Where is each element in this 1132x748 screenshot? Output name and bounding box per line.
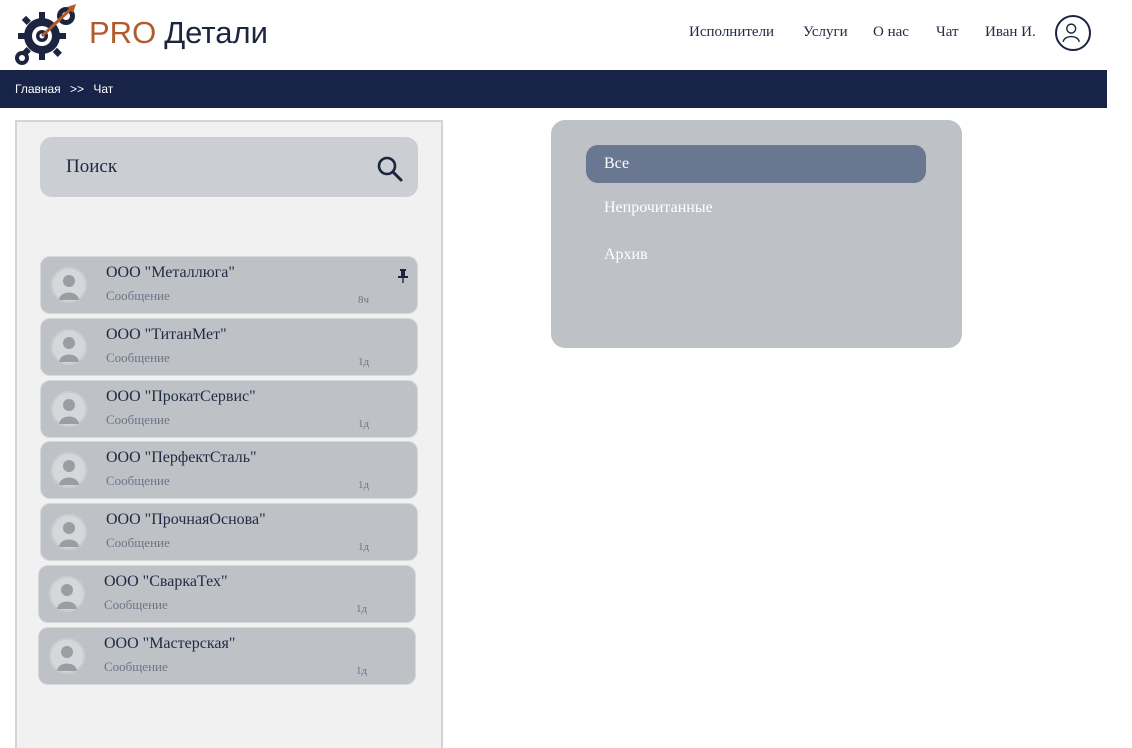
chat-time: 1д: [358, 479, 370, 492]
chat-name: ООО "ПерфектСталь": [106, 449, 257, 467]
chat-list-panel: ООО "Металлюга" Сообщение 8ч ООО "ТитанМет"…: [15, 120, 443, 748]
chat-name: ООО "ТитанМет": [106, 325, 227, 343]
header: PRO Детали Исполнители Услуги О нас Чат И…: [0, 0, 1107, 70]
logo-name: Детали: [164, 15, 268, 50]
nav-services[interactable]: Услуги: [803, 20, 848, 44]
pin-icon[interactable]: [398, 269, 408, 283]
chat-item[interactable]: ООО "СваркаТех" Сообщение 1д: [38, 565, 416, 623]
chat-name: ООО "ПрочнаяОснова": [106, 511, 266, 529]
chat-time: 1д: [358, 355, 370, 368]
avatar-placeholder-icon: [49, 576, 85, 612]
filter-all[interactable]: Все: [586, 145, 926, 183]
breadcrumb-separator: >>: [70, 82, 85, 96]
chat-item[interactable]: ООО "Металлюга" Сообщение 8ч: [40, 256, 418, 314]
chat-item[interactable]: ООО "ПрочнаяОснова" Сообщение 1д: [40, 503, 418, 562]
chat-name: ООО "Мастерская": [104, 634, 236, 652]
chat-message-preview: Сообщение: [106, 473, 170, 489]
chat-message-preview: Сообщение: [106, 349, 170, 365]
nav-performers[interactable]: Исполнители: [689, 20, 774, 44]
nav-about[interactable]: О нас: [873, 20, 909, 44]
chat-item[interactable]: ООО "ТитанМет" Сообщение 1д: [40, 317, 418, 376]
gear-arrow-logo-icon[interactable]: [10, 2, 78, 66]
chat-message-preview: Сообщение: [106, 535, 170, 551]
chat-item[interactable]: ООО "ПрокатСервис" Сообщение 1д: [40, 379, 418, 438]
chat-time: 1д: [356, 603, 368, 615]
chat-message-preview: Сообщение: [104, 597, 168, 612]
breadcrumb: Главная >> Чат: [0, 70, 1107, 108]
chat-message-preview: Сообщение: [106, 411, 170, 427]
avatar-placeholder-icon: [51, 390, 87, 427]
chat-message-preview: Сообщение: [106, 288, 170, 303]
chat-name: ООО "СваркаТех": [104, 573, 228, 590]
chat-item[interactable]: ООО "ПерфектСталь" Сообщение 1д: [40, 441, 418, 500]
avatar-placeholder-icon: [49, 637, 85, 674]
chat-time: 1д: [356, 664, 368, 677]
avatar-placeholder-icon: [51, 267, 87, 303]
chat-time: 1д: [358, 541, 370, 554]
chat-name: ООО "Металлюга": [106, 264, 235, 281]
chat-time: 1д: [358, 417, 370, 430]
filter-panel: Все Непрочитанные Архив: [551, 120, 962, 348]
avatar-placeholder-icon: [51, 328, 87, 365]
chat-name: ООО "ПрокатСервис": [106, 387, 256, 405]
breadcrumb-current: Чат: [93, 82, 114, 96]
logo-text[interactable]: PRO Детали: [89, 14, 268, 52]
filter-archive[interactable]: Архив: [586, 236, 926, 274]
chat-time: 8ч: [358, 294, 370, 306]
nav-chat[interactable]: Чат: [936, 20, 959, 44]
chat-item[interactable]: ООО "Мастерская" Сообщение 1д: [38, 626, 416, 685]
user-circle-icon[interactable]: [1055, 15, 1091, 51]
breadcrumb-home[interactable]: Главная: [15, 82, 61, 96]
logo-pro: PRO: [89, 15, 157, 50]
avatar-placeholder-icon: [51, 514, 87, 551]
nav-user-name[interactable]: Иван И.: [985, 20, 1036, 44]
search-box[interactable]: [40, 137, 418, 197]
chat-message-preview: Сообщение: [104, 658, 168, 674]
avatar-placeholder-icon: [51, 452, 87, 489]
search-input[interactable]: [66, 151, 366, 183]
search-icon[interactable]: [376, 155, 404, 183]
filter-unread[interactable]: Непрочитанные: [586, 189, 926, 227]
